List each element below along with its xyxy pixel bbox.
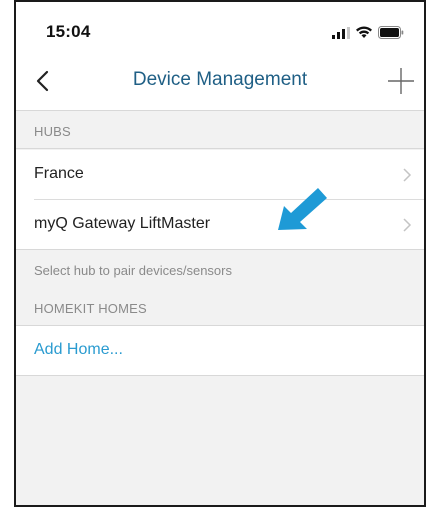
hubs-footer-note: Select hub to pair devices/sensors bbox=[34, 263, 232, 278]
pointer-arrow-icon bbox=[278, 188, 327, 230]
hub-row-myq-gateway[interactable]: myQ Gateway LiftMaster bbox=[16, 200, 424, 250]
hub-label: France bbox=[34, 165, 84, 182]
hubs-section-header: HUBS bbox=[16, 111, 424, 149]
add-home-row[interactable]: Add Home... bbox=[16, 326, 424, 376]
battery-icon bbox=[378, 26, 404, 39]
chevron-right-icon bbox=[403, 218, 412, 232]
navigation-bar: Device Management bbox=[16, 54, 424, 111]
wifi-icon bbox=[356, 26, 372, 38]
status-time: 15:04 bbox=[46, 22, 91, 41]
signal-icon bbox=[332, 26, 350, 39]
phone-screen: 15:04 Device Management HUBS France myQ … bbox=[14, 0, 426, 507]
hubs-header-label: HUBS bbox=[34, 124, 71, 139]
add-button[interactable] bbox=[384, 64, 418, 98]
hub-row-france[interactable]: France bbox=[16, 150, 424, 200]
homekit-section-header: HOMEKIT HOMES bbox=[16, 288, 424, 326]
page-title: Device Management bbox=[132, 69, 308, 90]
homekit-header-label: HOMEKIT HOMES bbox=[34, 301, 147, 316]
chevron-right-icon bbox=[403, 168, 412, 182]
plus-icon bbox=[388, 68, 414, 94]
status-icons bbox=[332, 26, 404, 39]
hub-label: myQ Gateway LiftMaster bbox=[34, 215, 211, 232]
add-home-link[interactable]: Add Home... bbox=[34, 341, 123, 359]
